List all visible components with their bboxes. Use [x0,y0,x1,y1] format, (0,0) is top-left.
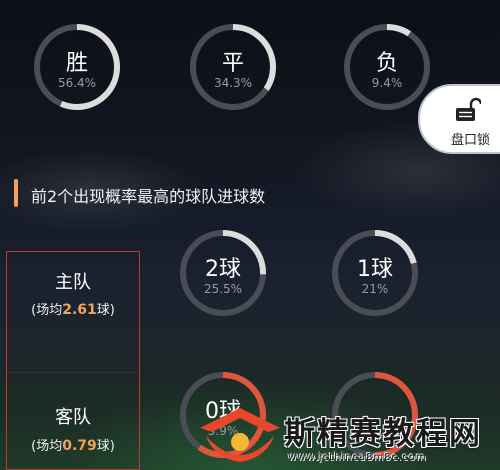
odds-lock-label[interactable]: 盘口锁 [451,129,490,148]
home-goals-1-percentage: 21% [361,282,389,296]
watermark-logo-icon [200,408,280,462]
watermark-url: www.jcthinca8m8c.com [288,452,427,463]
away-average-goals: (场均0.79球) [6,435,140,454]
home-avg-prefix: (场均 [31,303,63,318]
draw-probability-ring: 平 34.3% [188,22,278,112]
win-probability-ring: 胜 56.4% [32,22,122,112]
home-goals-2-percentage: 25.5% [203,282,243,296]
away-avg-prefix: (场均 [31,439,63,454]
section-title: 前2个出现概率最高的球队进球数 [31,187,266,206]
unlocked-padlock-icon[interactable] [455,97,481,123]
home-goals-1-ring: 1球 21% [330,228,420,318]
watermark-text: 斯精赛教程网 [284,416,482,452]
lose-probability-ring: 负 9.4% [342,22,432,112]
draw-label: 平 [221,51,244,76]
site-watermark: 斯精赛教程网 www.jcthinca8m8c.com [196,402,500,470]
home-goals-1-label: 1球 [357,257,393,282]
team-divider [6,372,140,373]
home-goals-2-ring: 2球 25.5% [178,228,268,318]
win-percentage: 56.4% [57,76,97,90]
away-team-name: 客队 [55,407,91,428]
home-avg-suffix: 球) [96,303,115,318]
lose-label: 负 [375,51,398,76]
home-team-name: 主队 [55,272,91,293]
home-goals-2-label: 2球 [205,257,241,282]
win-label: 胜 [65,51,88,76]
home-average-goals: (场均2.61球) [6,299,140,318]
section-accent-bar [14,179,18,207]
lose-percentage: 9.4% [371,76,403,90]
away-avg-value: 0.79 [62,438,97,454]
away-avg-suffix: 球) [96,439,115,454]
draw-percentage: 34.3% [213,76,253,90]
home-avg-value: 2.61 [62,302,97,318]
